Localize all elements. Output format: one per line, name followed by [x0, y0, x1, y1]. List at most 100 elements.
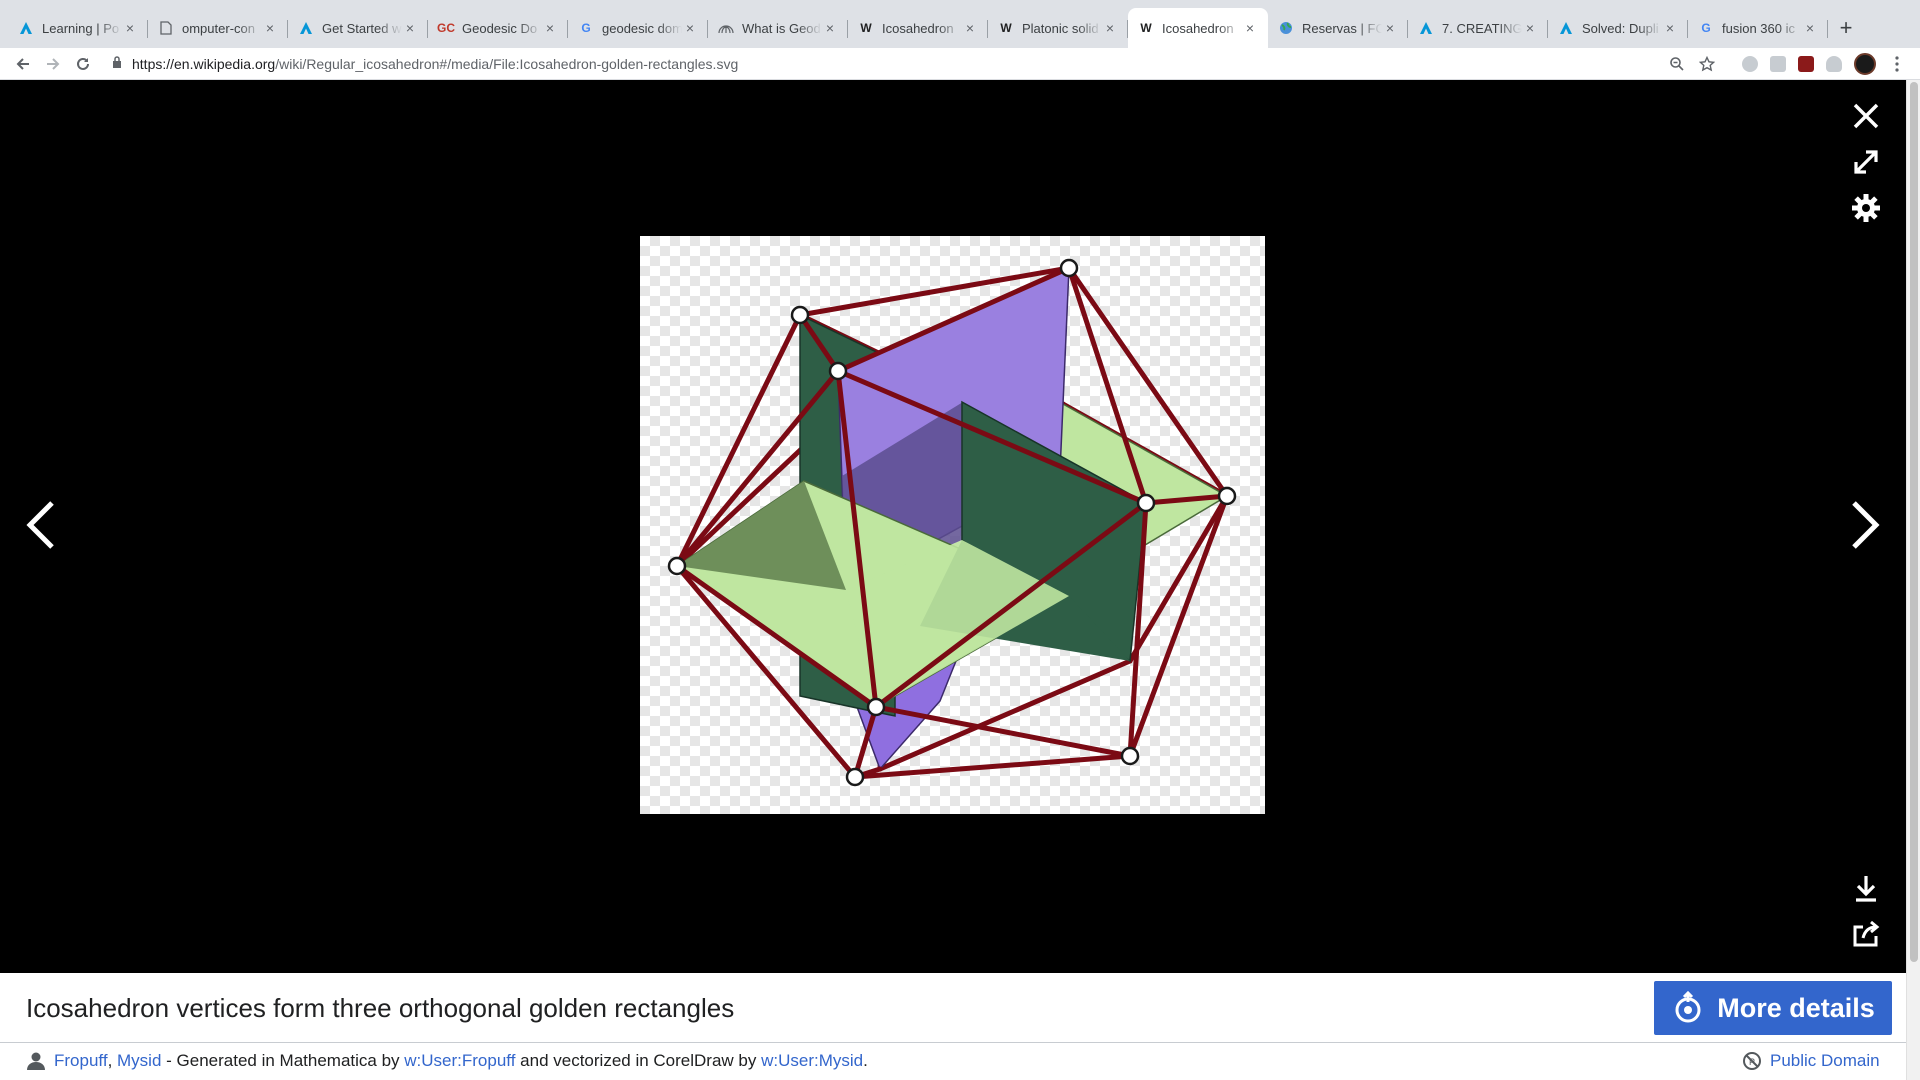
tab-title: What is Geod	[742, 20, 821, 36]
scrollbar-thumb[interactable]	[1910, 82, 1918, 962]
tab-close-icon[interactable]: ×	[1242, 20, 1258, 36]
close-icon	[1853, 103, 1879, 129]
extension-shield-icon[interactable]	[1820, 50, 1848, 78]
tab-close-icon[interactable]: ×	[122, 20, 138, 36]
tab-title: Icosahedron	[882, 20, 954, 36]
browser-tab[interactable]: Reservas | FC ×	[1268, 8, 1408, 48]
reload-icon	[77, 57, 89, 70]
share-button[interactable]	[1846, 914, 1886, 954]
browser-tab[interactable]: Learning | Po ×	[8, 8, 148, 48]
settings-button[interactable]	[1846, 188, 1886, 228]
url-host: https://en.wikipedia.org	[132, 55, 276, 72]
tab-title: geodesic dom	[602, 20, 682, 36]
tab-close-icon[interactable]: ×	[1102, 20, 1118, 36]
browser-tab[interactable]: omputer-con ×	[148, 8, 288, 48]
tab-title: Geodesic Do	[462, 20, 538, 36]
browser-tab[interactable]: Ggeodesic dom ×	[568, 8, 708, 48]
address-bar[interactable]: https://en.wikipedia.org/wiki/Regular_ic…	[112, 50, 1654, 78]
license-info: P Public Domain	[1742, 1051, 1880, 1071]
document-icon	[158, 20, 174, 36]
previous-image-button[interactable]	[10, 485, 70, 565]
svg-text:P: P	[1749, 1057, 1755, 1067]
browser-tab[interactable]: Gfusion 360 ic ×	[1688, 8, 1828, 48]
browser-tab[interactable]: GC Geodesic Do ×	[428, 8, 568, 48]
share-icon	[1853, 920, 1880, 947]
tab-close-icon[interactable]: ×	[1802, 20, 1818, 36]
download-button[interactable]	[1846, 868, 1886, 908]
forward-arrow-icon	[47, 57, 60, 70]
author-link-mysid[interactable]: Mysid	[117, 1051, 161, 1071]
bookmark-star-icon[interactable]	[1692, 50, 1722, 78]
url-text: https://en.wikipedia.org/wiki/Regular_ic…	[132, 56, 1654, 72]
tab-close-icon[interactable]: ×	[262, 20, 278, 36]
extension-acrobat-icon[interactable]	[1792, 50, 1820, 78]
browser-tab[interactable]: Solved: Dupli ×	[1548, 8, 1688, 48]
dome-icon	[718, 20, 734, 36]
gc-icon: GC	[437, 21, 455, 35]
back-button[interactable]	[8, 50, 38, 78]
chevron-right-icon	[1852, 501, 1880, 549]
more-details-label: More details	[1717, 992, 1875, 1023]
download-icon	[1856, 876, 1876, 902]
tab-close-icon[interactable]: ×	[1662, 20, 1678, 36]
tab-close-icon[interactable]: ×	[1382, 20, 1398, 36]
autodesk-icon	[18, 20, 34, 36]
extension-skype-icon[interactable]	[1736, 50, 1764, 78]
profile-avatar[interactable]	[1854, 52, 1876, 75]
browser-toolbar: https://en.wikipedia.org/wiki/Regular_ic…	[0, 48, 1920, 80]
author-link-fropuff[interactable]: Fropuff	[54, 1051, 108, 1071]
globe-icon	[1278, 20, 1294, 36]
tab-title: Platonic solid	[1022, 20, 1099, 36]
browser-tab[interactable]: W Icosahedron ×	[848, 8, 988, 48]
page-scrollbar[interactable]	[1906, 80, 1920, 1080]
forward-button[interactable]	[38, 50, 68, 78]
wikipedia-icon: W	[860, 21, 872, 35]
wikipedia-icon: W	[1140, 21, 1152, 35]
media-viewer	[0, 80, 1906, 973]
tab-title: fusion 360 ic	[1722, 20, 1795, 36]
tab-close-icon[interactable]: ×	[962, 20, 978, 36]
google-icon: G	[1701, 21, 1711, 35]
credit-text-1: - Generated in Mathematica by	[161, 1051, 405, 1070]
new-tab-button[interactable]: +	[1828, 8, 1864, 48]
autodesk-icon	[1418, 20, 1434, 36]
tab-close-icon[interactable]: ×	[822, 20, 838, 36]
extension-cast-icon[interactable]	[1764, 50, 1792, 78]
wikipedia-icon: W	[1000, 21, 1012, 35]
fullscreen-button[interactable]	[1846, 142, 1886, 182]
zoom-icon[interactable]	[1662, 50, 1692, 78]
reload-button[interactable]	[68, 50, 98, 78]
person-icon	[27, 1052, 45, 1070]
license-link[interactable]: Public Domain	[1770, 1051, 1880, 1071]
commons-logo-icon	[1675, 991, 1701, 1023]
credits-bar: Fropuff , Mysid - Generated in Mathemati…	[0, 1043, 1906, 1080]
tab-close-icon[interactable]: ×	[542, 20, 558, 36]
browser-tab[interactable]: What is Geod ×	[708, 8, 848, 48]
tab-title: Reservas | FC	[1302, 20, 1382, 36]
icosahedron-golden-rectangles-image	[667, 258, 1237, 787]
tab-close-icon[interactable]: ×	[402, 20, 418, 36]
tab-close-icon[interactable]: ×	[682, 20, 698, 36]
close-viewer-button[interactable]	[1846, 96, 1886, 136]
user-link-fropuff[interactable]: w:User:Fropuff	[404, 1051, 515, 1071]
browser-tab[interactable]: W Platonic solid ×	[988, 8, 1128, 48]
tab-close-icon[interactable]: ×	[1522, 20, 1538, 36]
google-icon: G	[581, 21, 591, 35]
next-image-button[interactable]	[1836, 485, 1896, 565]
public-domain-icon: P	[1743, 1052, 1761, 1070]
media-image	[640, 236, 1265, 814]
author-line: Fropuff , Mysid - Generated in Mathemati…	[26, 1051, 868, 1071]
browser-tab[interactable]: Get Started w ×	[288, 8, 428, 48]
caption-bar: Icosahedron vertices form three orthogon…	[0, 973, 1906, 1043]
tab-title: 7. CREATING	[1442, 20, 1522, 36]
browser-tab[interactable]: W Icosahedron ×	[1128, 8, 1268, 48]
image-caption: Icosahedron vertices form three orthogon…	[26, 993, 735, 1023]
more-details-button[interactable]: More details	[1654, 981, 1892, 1035]
credit-text-3: .	[863, 1051, 868, 1070]
menu-kebab-icon[interactable]	[1882, 50, 1912, 78]
tab-strip: Learning | Po × omputer-con × Get Started w ×…	[0, 0, 1920, 48]
user-link-mysid[interactable]: w:User:Mysid	[761, 1051, 863, 1071]
browser-tab[interactable]: 7. CREATING ×	[1408, 8, 1548, 48]
autodesk-icon	[298, 20, 314, 36]
url-path: /wiki/Regular_icosahedron#/media/File:Ic…	[275, 55, 739, 72]
